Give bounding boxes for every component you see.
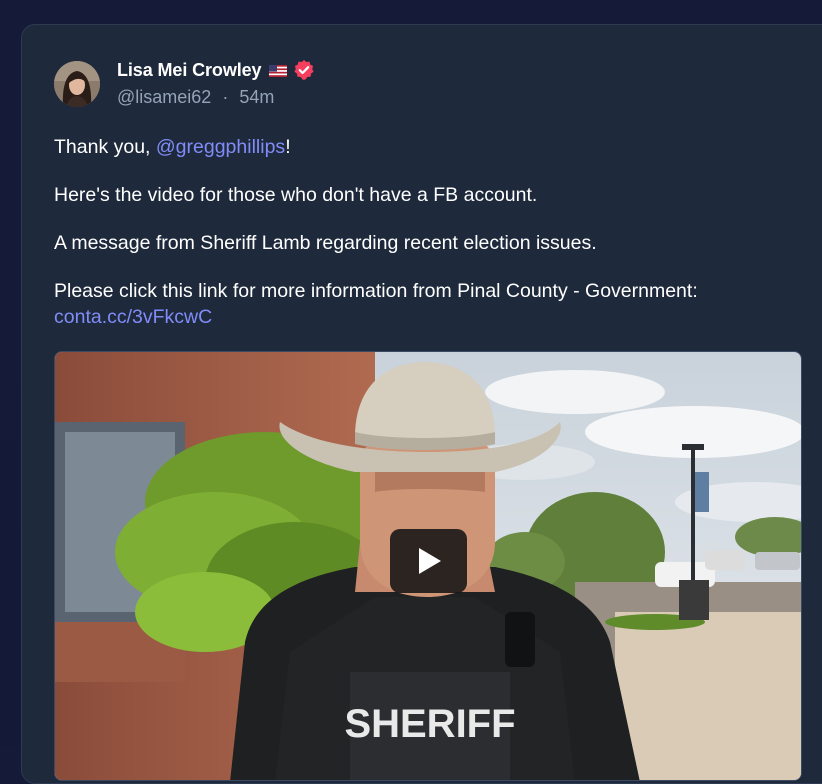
post-paragraph-4: Please click this link for more informat… [54, 278, 814, 330]
play-button[interactable] [390, 529, 467, 593]
author-display-name[interactable]: Lisa Mei Crowley [117, 60, 262, 81]
post-paragraph-1: Thank you, @greggphillips! [54, 134, 814, 160]
thanks-text: Thank you, [54, 136, 156, 158]
post-card[interactable]: Lisa Mei Crowley @lisamei62 · 54m Thank … [21, 24, 822, 784]
post-body: Thank you, @greggphillips! Here's the vi… [54, 134, 814, 352]
post-paragraph-3: A message from Sheriff Lamb regarding re… [54, 232, 597, 254]
thanks-suffix: ! [285, 136, 291, 158]
link-intro-text: Please click this link for more informat… [54, 280, 698, 302]
author-handle[interactable]: @lisamei62 [117, 87, 211, 107]
post-timestamp[interactable]: 54m [239, 87, 274, 107]
author-meta: @lisamei62 · 54m [117, 87, 274, 108]
play-icon [418, 548, 441, 574]
meta-separator: · [222, 87, 229, 107]
external-link[interactable]: conta.cc/3vFkcwC [54, 306, 212, 328]
mention-link[interactable]: @greggphillips [156, 136, 285, 158]
avatar[interactable] [54, 61, 100, 107]
post-paragraph-2: Here's the video for those who don't hav… [54, 184, 538, 206]
us-flag-icon [269, 64, 288, 77]
vest-label: SHERIFF [344, 702, 515, 746]
verified-badge-icon [293, 59, 315, 81]
avatar-image [54, 61, 100, 107]
video-embed[interactable]: SHERIFF [54, 351, 802, 781]
author-name-row: Lisa Mei Crowley [117, 58, 315, 82]
